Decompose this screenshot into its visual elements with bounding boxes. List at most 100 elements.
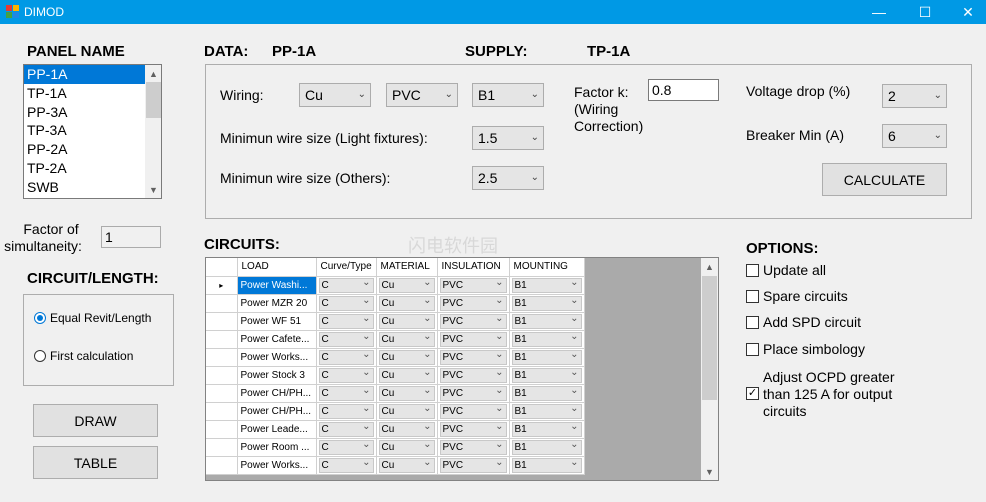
curve-cell[interactable]: C [316,312,377,331]
curve-cell-combo[interactable]: C [318,384,374,401]
breaker-min-combo[interactable]: 6 ⌄ [882,124,947,148]
column-header-load[interactable]: LOAD [237,258,317,277]
curve-cell[interactable]: C [316,420,377,439]
mounting-cell-combo[interactable]: B1 [511,420,582,437]
insulation-cell-combo[interactable]: PVC [439,420,507,437]
table-button[interactable]: TABLE [33,446,158,479]
curve-cell-combo[interactable]: C [318,456,374,473]
table-row[interactable]: ▸Power Washi...CCuPVCB1 [206,276,585,295]
insulation-cell[interactable]: PVC [437,366,510,385]
load-cell[interactable]: Power WF 51 [237,312,317,331]
material-cell[interactable]: Cu [376,402,438,421]
insulation-cell-combo[interactable]: PVC [439,348,507,365]
curve-cell[interactable]: C [316,348,377,367]
load-cell[interactable]: Power CH/PH... [237,402,317,421]
panel-list-item[interactable]: PP-2A [24,140,145,159]
table-row[interactable]: Power Stock 3CCuPVCB1 [206,366,585,385]
scroll-thumb[interactable] [146,82,161,118]
material-cell[interactable]: Cu [376,294,438,313]
min-wire-others-combo[interactable]: 2.5 ⌄ [472,166,544,190]
mounting-cell-combo[interactable]: B1 [511,276,582,293]
column-header-curve[interactable]: Curve/Type [316,258,377,277]
checkbox-unchecked-icon[interactable] [746,315,759,329]
scroll-up-icon[interactable]: ▲ [701,258,718,275]
insulation-cell[interactable]: PVC [437,312,510,331]
mounting-cell[interactable]: B1 [509,276,585,295]
curve-cell-combo[interactable]: C [318,348,374,365]
table-row[interactable]: Power Works...CCuPVCB1 [206,456,585,475]
grid-scrollbar[interactable]: ▲ ▼ [701,258,718,480]
table-row[interactable]: Power WF 51CCuPVCB1 [206,312,585,331]
insulation-cell[interactable]: PVC [437,438,510,457]
radio-selected-icon[interactable] [34,312,46,324]
material-cell[interactable]: Cu [376,348,438,367]
insulation-cell-combo[interactable]: PVC [439,330,507,347]
curve-cell[interactable]: C [316,276,377,295]
maximize-button[interactable]: ☐ [902,0,948,24]
insulation-cell-combo[interactable]: PVC [439,438,507,455]
material-cell[interactable]: Cu [376,312,438,331]
mounting-cell[interactable]: B1 [509,384,585,403]
curve-cell[interactable]: C [316,294,377,313]
circuits-grid[interactable]: LOAD Curve/Type MATERIAL INSULATION MOUN… [205,257,719,481]
curve-cell-combo[interactable]: C [318,294,374,311]
mounting-cell-combo[interactable]: B1 [511,366,582,383]
table-row[interactable]: Power Leade...CCuPVCB1 [206,420,585,439]
checkbox-checked-icon[interactable]: ✓ [746,387,759,400]
insulation-cell[interactable]: PVC [437,276,510,295]
material-cell[interactable]: Cu [376,438,438,457]
draw-button[interactable]: DRAW [33,404,158,437]
curve-cell-combo[interactable]: C [318,366,374,383]
insulation-cell[interactable]: PVC [437,384,510,403]
insulation-cell[interactable]: PVC [437,330,510,349]
curve-cell[interactable]: C [316,384,377,403]
option-item[interactable]: Update all [746,262,826,278]
curve-cell[interactable]: C [316,402,377,421]
grid-scroll-thumb[interactable] [702,276,717,400]
panel-list-scrollbar[interactable]: ▲ ▼ [145,65,161,198]
wiring-material-combo[interactable]: Cu ⌄ [299,83,371,107]
panel-list-item[interactable]: TP-3A [24,121,145,140]
option-item[interactable]: Add SPD circuit [746,314,861,330]
load-cell[interactable]: Power Cafete... [237,330,317,349]
mounting-cell-combo[interactable]: B1 [511,348,582,365]
insulation-cell[interactable]: PVC [437,402,510,421]
material-cell[interactable]: Cu [376,276,438,295]
radio-unselected-icon[interactable] [34,350,46,362]
table-row[interactable]: Power CH/PH...CCuPVCB1 [206,402,585,421]
checkbox-unchecked-icon[interactable] [746,289,759,303]
scroll-down-icon[interactable]: ▼ [145,181,161,198]
column-header-material[interactable]: MATERIAL [376,258,438,277]
load-cell[interactable]: Power Room ... [237,438,317,457]
row-header[interactable] [206,330,238,349]
row-header[interactable] [206,402,238,421]
mounting-cell-combo[interactable]: B1 [511,312,582,329]
scroll-down-icon[interactable]: ▼ [701,463,718,480]
option-adjust-ocpd[interactable]: ✓ Adjust OCPD greater than 125 A for out… [746,369,895,420]
material-cell-combo[interactable]: Cu [378,348,435,365]
insulation-cell-combo[interactable]: PVC [439,294,507,311]
mounting-cell[interactable]: B1 [509,402,585,421]
mounting-cell-combo[interactable]: B1 [511,438,582,455]
insulation-cell-combo[interactable]: PVC [439,312,507,329]
radio-equal-revit[interactable]: Equal Revit/Length [34,311,151,325]
row-header[interactable] [206,438,238,457]
curve-cell-combo[interactable]: C [318,276,374,293]
material-cell-combo[interactable]: Cu [378,312,435,329]
material-cell[interactable]: Cu [376,366,438,385]
insulation-cell-combo[interactable]: PVC [439,276,507,293]
insulation-cell[interactable]: PVC [437,294,510,313]
insulation-cell-combo[interactable]: PVC [439,384,507,401]
table-row[interactable]: Power MZR 20CCuPVCB1 [206,294,585,313]
curve-cell[interactable]: C [316,330,377,349]
table-row[interactable]: Power CH/PH...CCuPVCB1 [206,384,585,403]
checkbox-unchecked-icon[interactable] [746,342,759,356]
mounting-cell-combo[interactable]: B1 [511,402,582,419]
row-header[interactable] [206,384,238,403]
load-cell[interactable]: Power Works... [237,348,317,367]
row-header[interactable] [206,366,238,385]
panel-list-item[interactable]: TP-1A [24,84,145,103]
material-cell-combo[interactable]: Cu [378,402,435,419]
mounting-cell[interactable]: B1 [509,456,585,475]
material-cell-combo[interactable]: Cu [378,330,435,347]
